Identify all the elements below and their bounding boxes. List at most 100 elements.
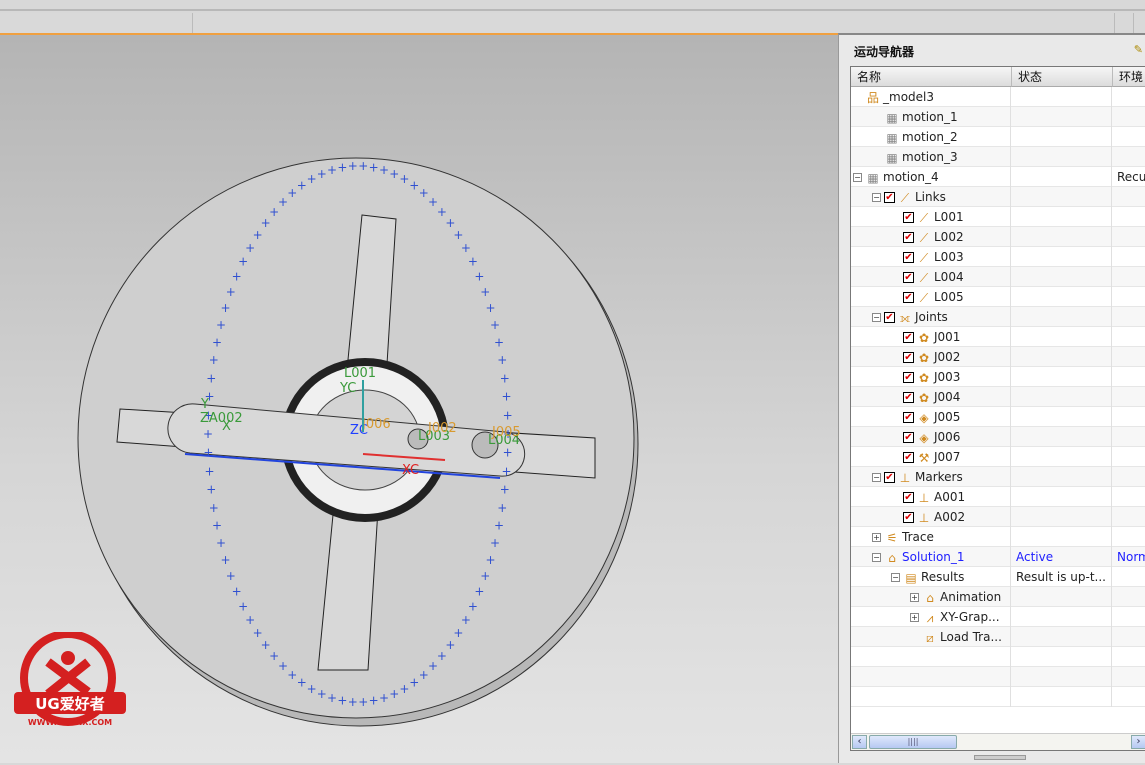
trace-marker: +: [358, 695, 368, 709]
collapse-icon[interactable]: −: [872, 473, 881, 482]
visibility-checkbox[interactable]: ✔: [903, 352, 914, 363]
trace-marker: +: [461, 241, 471, 255]
tree-row[interactable]: ✔ ⟋ L002: [851, 227, 1145, 247]
trace-marker: +: [348, 695, 358, 709]
tree-cell-status: [1012, 227, 1112, 247]
tree-row[interactable]: + ⚟ Trace: [851, 527, 1145, 547]
trace-icon: ⚟: [886, 530, 898, 545]
tree-row[interactable]: ▦ motion_1: [851, 107, 1145, 127]
svg-text:UG爱好者: UG爱好者: [35, 695, 105, 713]
tree-item-label: Animation: [940, 590, 1002, 604]
tree-row[interactable]: ✔ ✿ J003: [851, 367, 1145, 387]
visibility-checkbox[interactable]: ✔: [903, 372, 914, 383]
tree-cell-status: [1012, 167, 1112, 187]
tree-row[interactable]: 品 _model3: [851, 87, 1145, 107]
tree-row[interactable]: ✔ ⟋ L004: [851, 267, 1145, 287]
scroll-left-button[interactable]: ‹: [852, 735, 867, 749]
visibility-checkbox[interactable]: ✔: [884, 312, 895, 323]
tree-cell-name: ✔ ◈ J005: [851, 407, 1011, 427]
tree-row[interactable]: ▦ motion_2: [851, 127, 1145, 147]
tree-cell-status: [1012, 507, 1112, 527]
tree-cell-name: − ✔ ⊥ Markers: [851, 467, 1011, 487]
expand-icon[interactable]: +: [910, 593, 919, 602]
collapse-icon[interactable]: −: [872, 193, 881, 202]
visibility-checkbox[interactable]: ✔: [903, 392, 914, 403]
label-l001: L001: [344, 366, 376, 381]
tree-row[interactable]: ✔ ⊥ A002: [851, 507, 1145, 527]
visibility-checkbox[interactable]: ✔: [903, 212, 914, 223]
tree-cell-status: [1012, 427, 1112, 447]
tree-row[interactable]: −▦ motion_4 Recurdyn: [851, 167, 1145, 187]
tree-row[interactable]: ✔ ✿ J001: [851, 327, 1145, 347]
expand-icon[interactable]: +: [872, 533, 881, 542]
slider-joint-icon: ◈: [919, 410, 929, 425]
tree-item-label: XY-Grap...: [940, 610, 1000, 624]
solution-icon: ⌂: [888, 550, 896, 565]
resize-handle[interactable]: [974, 755, 1026, 760]
tree-cell-name: ✔ ⟋ L003: [851, 247, 1011, 267]
tree-cell-name: + ⚟ Trace: [851, 527, 1011, 547]
scroll-right-button[interactable]: ›: [1131, 735, 1145, 749]
visibility-checkbox[interactable]: ✔: [884, 472, 895, 483]
collapse-icon[interactable]: −: [891, 573, 900, 582]
trace-marker: +: [369, 694, 379, 708]
horizontal-scrollbar[interactable]: ‹ |||| ›: [851, 733, 1145, 750]
trace-marker: +: [307, 682, 317, 696]
trace-marker: +: [389, 167, 399, 181]
tree-row[interactable]: ✔ ✿ J002: [851, 347, 1145, 367]
trace-marker: +: [278, 659, 288, 673]
tree-row[interactable]: ✔ ◈ J006: [851, 427, 1145, 447]
tree-row[interactable]: + ⌂ Animation: [851, 587, 1145, 607]
tree-row[interactable]: ⧄ Load Tra...: [851, 627, 1145, 647]
trace-marker: +: [209, 353, 219, 367]
column-header-environment[interactable]: 环境: [1113, 67, 1145, 87]
column-header-status[interactable]: 状态: [1012, 67, 1113, 87]
tree-row[interactable]: − ▤ Results Result is up-t...: [851, 567, 1145, 587]
trace-marker: +: [261, 638, 271, 652]
visibility-checkbox[interactable]: ✔: [903, 292, 914, 303]
label-j005: J005: [491, 425, 521, 440]
scroll-thumb[interactable]: ||||: [869, 735, 957, 749]
pin-icon[interactable]: ✎: [1134, 43, 1143, 56]
tree-row[interactable]: ✔ ⊥ A001: [851, 487, 1145, 507]
tree-cell-name: ✔ ⊥ A002: [851, 507, 1011, 527]
trace-marker: +: [221, 301, 231, 315]
tree-row[interactable]: ▦ motion_3: [851, 147, 1145, 167]
tree-row[interactable]: + ⩘ XY-Grap...: [851, 607, 1145, 627]
tree-row[interactable]: − ✔ ⊥ Markers: [851, 467, 1145, 487]
tree-cell-name: ▦ motion_2: [851, 127, 1011, 147]
tree-row[interactable]: − ✔ ⟗ Joints: [851, 307, 1145, 327]
visibility-checkbox[interactable]: ✔: [903, 332, 914, 343]
visibility-checkbox[interactable]: ✔: [903, 512, 914, 523]
visibility-checkbox[interactable]: ✔: [903, 232, 914, 243]
tree-cell-status: [1012, 187, 1112, 207]
trace-marker: +: [485, 301, 495, 315]
tree-cell-name: − ✔ ⟗ Joints: [851, 307, 1011, 327]
tree-cell-name: ✔ ✿ J004: [851, 387, 1011, 407]
column-header-name[interactable]: 名称: [851, 67, 1012, 87]
trace-marker: +: [337, 160, 347, 174]
visibility-checkbox[interactable]: ✔: [903, 272, 914, 283]
collapse-icon[interactable]: −: [853, 173, 862, 182]
visibility-checkbox[interactable]: ✔: [903, 452, 914, 463]
tree-row[interactable]: ✔ ⟋ L005: [851, 287, 1145, 307]
collapse-icon[interactable]: −: [872, 553, 881, 562]
link-icon: ⟋: [919, 250, 929, 265]
visibility-checkbox[interactable]: ✔: [903, 432, 914, 443]
visibility-checkbox[interactable]: ✔: [903, 252, 914, 263]
tree-row[interactable]: ✔ ✿ J004: [851, 387, 1145, 407]
tree-row[interactable]: ✔ ⚒ J007: [851, 447, 1145, 467]
tree-row[interactable]: − ✔ ⟋ Links: [851, 187, 1145, 207]
tree-row[interactable]: ✔ ◈ J005: [851, 407, 1145, 427]
tree-row[interactable]: ✔ ⟋ L003: [851, 247, 1145, 267]
trace-marker: +: [502, 464, 512, 478]
trace-marker: +: [221, 553, 231, 567]
collapse-icon[interactable]: −: [872, 313, 881, 322]
visibility-checkbox[interactable]: ✔: [903, 412, 914, 423]
visibility-checkbox[interactable]: ✔: [884, 192, 895, 203]
visibility-checkbox[interactable]: ✔: [903, 492, 914, 503]
tree-row[interactable]: ✔ ⟋ L001: [851, 207, 1145, 227]
tree-cell-name: ✔ ⟋ L001: [851, 207, 1011, 227]
tree-row[interactable]: −⌂ Solution_1 Active Normal: [851, 547, 1145, 567]
expand-icon[interactable]: +: [910, 613, 919, 622]
